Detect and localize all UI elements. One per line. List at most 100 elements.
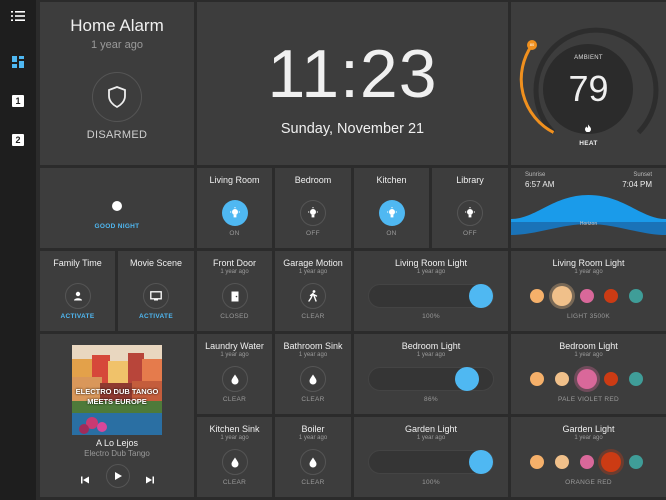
color-light-color-name: ORANGE RED (565, 479, 612, 486)
color-swatch[interactable] (530, 289, 544, 303)
slider-knob[interactable] (455, 367, 479, 391)
slider-knob[interactable] (469, 450, 493, 474)
color-swatch[interactable] (555, 372, 569, 386)
room-living-room-tile[interactable]: Living Room ON (197, 168, 272, 248)
room-library-tile[interactable]: Library OFF (432, 168, 508, 248)
room-bedroom-tile[interactable]: Bedroom OFF (275, 168, 351, 248)
sensor-front-door-tile[interactable]: Front Door 1 year ago CLOSED (197, 251, 272, 331)
scene-family-time-tile[interactable]: Family Time ACTIVATE (40, 251, 115, 331)
bulb-icon (221, 200, 248, 226)
sensor-name: Bathroom Sink (283, 341, 343, 351)
ambient-label: AMBIENT (574, 55, 603, 61)
dimmer-garden-tile[interactable]: Garden Light 1 year ago 100% (354, 417, 508, 497)
dimmer-slider[interactable] (368, 367, 494, 391)
dimmer-living-room-tile[interactable]: Living Room Light 1 year ago 100% (354, 251, 508, 331)
color-swatch[interactable] (530, 455, 544, 469)
sensor-time: 1 year ago (298, 269, 328, 275)
color-light-color-name: PALE VIOLET RED (558, 396, 619, 403)
dimmer-slider[interactable] (368, 450, 494, 474)
room-state: ON (229, 230, 240, 237)
dimmer-time: 1 year ago (416, 269, 446, 275)
sensor-laundry-water-tile[interactable]: Laundry Water 1 year ago CLEAR (197, 334, 272, 414)
shield-icon (92, 72, 142, 122)
walking-icon (300, 283, 326, 309)
sensor-state: CLEAR (222, 396, 247, 403)
alarm-time: 1 year ago (91, 39, 143, 51)
dimmer-slider[interactable] (368, 284, 494, 308)
dimmer-bedroom-tile[interactable]: Bedroom Light 1 year ago 86% (354, 334, 508, 414)
slider-knob[interactable] (469, 284, 493, 308)
sensor-kitchen-sink-tile[interactable]: Kitchen Sink 1 year ago CLEAR (197, 417, 272, 497)
home-alarm-tile[interactable]: Home Alarm 1 year ago DISARMED (40, 2, 194, 165)
good-night-label: GOOD NIGHT (94, 223, 140, 230)
dimmer-name: Bedroom Light (401, 341, 461, 351)
scene-activate[interactable]: ACTIVATE (40, 313, 115, 320)
room-name: Kitchen (376, 175, 407, 185)
color-swatch[interactable] (577, 369, 597, 389)
color-swatch[interactable] (552, 286, 572, 306)
color-light-garden-tile[interactable]: Garden Light 1 year ago ORANGE RED (511, 417, 666, 497)
sensor-bathroom-sink-tile[interactable]: Bathroom Sink 1 year ago CLEAR (275, 334, 351, 414)
dashboard-icon[interactable] (8, 52, 28, 72)
water-drop-icon (300, 449, 326, 475)
color-swatch[interactable] (580, 455, 594, 469)
sensor-name: Laundry Water (205, 341, 264, 351)
color-swatch[interactable] (604, 289, 618, 303)
sensor-time: 1 year ago (220, 352, 249, 358)
water-drop-icon (221, 449, 248, 475)
sensor-state: CLEAR (301, 313, 325, 320)
room-name: Living Room (209, 175, 260, 185)
door-icon (221, 283, 248, 309)
clock-date: Sunday, November 21 (280, 121, 425, 137)
color-swatch[interactable] (580, 289, 594, 303)
sensor-state: CLEAR (222, 479, 247, 486)
room-state: OFF (463, 230, 477, 237)
dimmer-value: 86% (424, 396, 438, 403)
horizon-label: Horizon (579, 221, 598, 227)
bulb-icon (457, 200, 483, 226)
sensor-time: 1 year ago (220, 269, 249, 275)
sensor-name: Boiler (301, 424, 325, 434)
thermostat-tile[interactable]: 80 AMBIENT 79 HEAT (511, 2, 666, 165)
color-light-living-room-tile[interactable]: Living Room Light 1 year ago LIGHT 3500K (511, 251, 666, 331)
room-state: ON (386, 230, 397, 237)
color-light-color-name: LIGHT 3500K (567, 313, 610, 320)
clock-tile: 11:23 Sunday, November 21 (197, 2, 508, 165)
color-swatch[interactable] (601, 452, 621, 472)
dimmer-value: 100% (422, 313, 440, 320)
color-swatch[interactable] (555, 455, 569, 469)
room-kitchen-tile[interactable]: Kitchen ON (354, 168, 429, 248)
sensor-time: 1 year ago (298, 435, 328, 441)
scene-activate[interactable]: ACTIVATE (118, 313, 194, 320)
skip-previous-icon[interactable] (80, 472, 90, 484)
dimmer-time: 1 year ago (416, 352, 446, 358)
skip-next-icon[interactable] (145, 472, 155, 484)
flame-icon (584, 119, 592, 133)
water-drop-icon (221, 366, 248, 392)
bulb-icon (378, 200, 405, 226)
color-swatch[interactable] (604, 372, 618, 386)
room-state: OFF (306, 230, 320, 237)
room-name: Library (456, 175, 484, 185)
room-name: Bedroom (294, 175, 332, 185)
thermostat-value: 79 (568, 68, 609, 109)
color-swatch[interactable] (530, 372, 544, 386)
alarm-status: DISARMED (86, 129, 148, 141)
color-swatch[interactable] (629, 455, 643, 469)
clock-time: 11:23 (267, 36, 438, 112)
thermostat-mode: HEAT (579, 140, 598, 147)
color-light-bedroom-tile[interactable]: Bedroom Light 1 year ago PALE VIOLET RED (511, 334, 666, 414)
media-player-tile[interactable]: ELECTRO DUB TANGO MEETS EUROPE A Lo Lejo… (40, 334, 194, 497)
color-swatch[interactable] (629, 372, 643, 386)
track-artist: Electro Dub Tango (84, 449, 150, 458)
sensor-garage-motion-tile[interactable]: Garage Motion 1 year ago CLEAR (275, 251, 351, 331)
color-swatch[interactable] (629, 289, 643, 303)
page-1-icon[interactable]: 1 (8, 91, 28, 111)
page-2-icon[interactable]: 2 (8, 130, 28, 150)
good-night-tile[interactable]: GOOD NIGHT (40, 168, 194, 248)
scene-movie-scene-tile[interactable]: Movie Scene ACTIVATE (118, 251, 194, 331)
sensor-boiler-tile[interactable]: Boiler 1 year ago CLEAR (275, 417, 351, 497)
menu-icon[interactable] (8, 6, 28, 26)
sun-curve (511, 195, 666, 235)
play-icon[interactable] (106, 464, 130, 488)
